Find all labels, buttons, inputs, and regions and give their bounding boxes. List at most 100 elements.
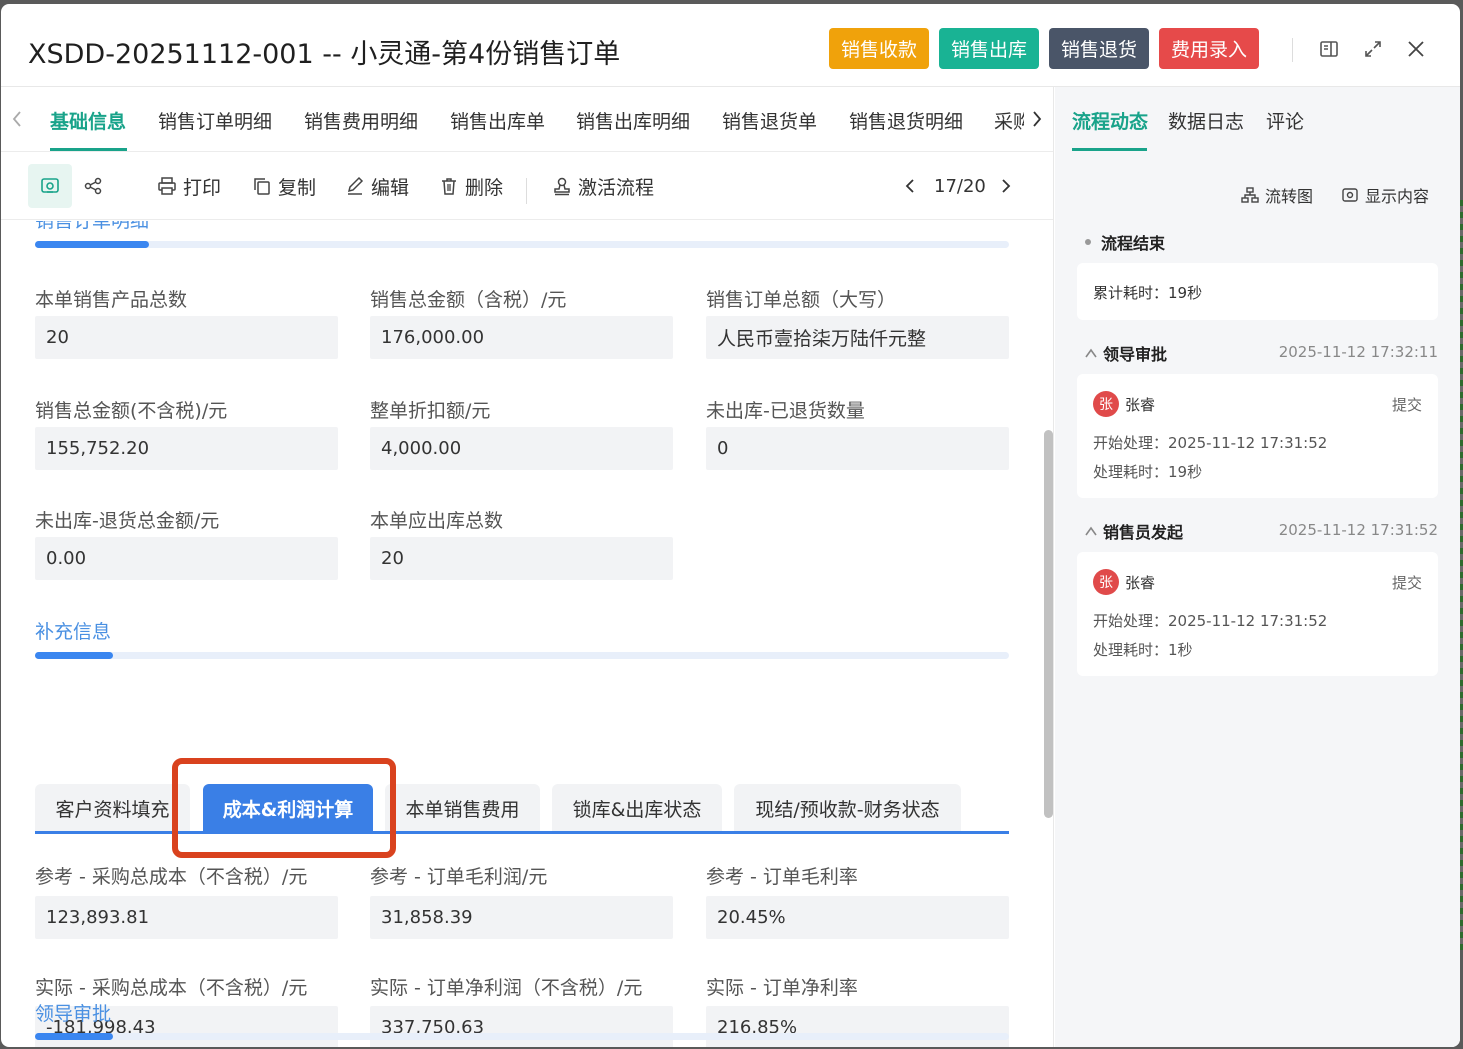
sales-return-button[interactable]: 销售退货 <box>1049 28 1149 69</box>
field-label: 实际 - 订单净利润（不含税）/元 <box>370 977 643 999</box>
print-icon <box>158 177 176 195</box>
sales-receipt-button[interactable]: 销售收款 <box>829 28 929 69</box>
caret-up-icon <box>1085 348 1097 358</box>
field-value: 4,000.00 <box>370 427 673 470</box>
field-label: 本单应出库总数 <box>370 510 504 532</box>
tab-basic-info[interactable]: 基础信息 <box>50 107 126 134</box>
copy-label: 复制 <box>278 176 317 199</box>
subtab-finance-status[interactable]: 现结/预收款-财务状态 <box>734 784 961 832</box>
expense-entry-button[interactable]: 费用录入 <box>1159 28 1259 69</box>
avatar: 张 <box>1093 391 1119 417</box>
delete-button[interactable]: 删除 <box>439 168 503 204</box>
show-content-label: 显示内容 <box>1365 187 1430 206</box>
duration: 处理耗时：19秒 <box>1093 463 1203 481</box>
node-title: 领导审批 <box>1085 341 1167 365</box>
tab-sales-return-detail[interactable]: 销售退货明细 <box>849 107 963 134</box>
field-label: 销售总金额（含税）/元 <box>370 289 567 311</box>
section-title-leader: 领导审批 <box>35 1003 112 1025</box>
field-label: 实际 - 采购总成本（不含税）/元 <box>35 977 308 999</box>
copy-button[interactable]: 复制 <box>252 168 316 204</box>
field-label: 参考 - 订单毛利率 <box>706 866 858 888</box>
subtab-customer-info[interactable]: 客户资料填充 <box>35 784 190 832</box>
tab-sales-order-detail[interactable]: 销售订单明细 <box>158 107 272 134</box>
next-record-icon[interactable] <box>1000 168 1018 204</box>
tab-sales-return[interactable]: 销售退货单 <box>722 107 817 134</box>
delete-label: 删除 <box>465 176 504 199</box>
flow-end-card: 累计耗时：19秒 <box>1077 263 1438 320</box>
field-label: 销售订单总额（大写） <box>706 289 897 311</box>
tab-purchase[interactable]: 采购 <box>994 107 1024 134</box>
activate-flow-button[interactable]: 激活流程 <box>552 168 654 204</box>
field-value: 20 <box>35 316 338 359</box>
edit-button[interactable]: 编辑 <box>345 168 409 204</box>
flow-chart-button[interactable]: 流转图 <box>1241 183 1313 207</box>
dot-icon <box>1085 239 1091 245</box>
tab-sales-outbound[interactable]: 销售出库单 <box>450 107 545 134</box>
field-value: 20.45% <box>706 896 1009 939</box>
field-value: 176,000.00 <box>370 316 673 359</box>
annotation-highlight-box <box>172 758 396 858</box>
caret-up-icon <box>1085 526 1097 536</box>
toolbar-divider <box>526 178 527 204</box>
avatar: 张 <box>1093 569 1119 595</box>
page-title: XSDD-20251112-001 -- 小灵通-第4份销售订单 <box>28 39 621 70</box>
subtab-sales-expense[interactable]: 本单销售费用 <box>385 784 540 832</box>
section-progress-bar <box>35 1033 1009 1040</box>
prev-record-icon[interactable] <box>904 168 922 204</box>
approval-card: 张 张睿 提交 开始处理：2025-11-12 17:31:52 处理耗时：1秒 <box>1077 552 1438 676</box>
sales-outbound-button[interactable]: 销售出库 <box>939 28 1039 69</box>
edit-label: 编辑 <box>371 176 410 199</box>
total-duration: 累计耗时：19秒 <box>1093 284 1203 302</box>
field-value: 31,858.39 <box>370 896 673 939</box>
field-label: 整单折扣额/元 <box>370 400 491 422</box>
show-content-button[interactable]: 显示内容 <box>1341 183 1429 207</box>
duration: 处理耗时：1秒 <box>1093 641 1193 659</box>
vertical-scrollbar[interactable] <box>1044 430 1053 818</box>
action-label: 提交 <box>1391 396 1422 414</box>
node-time: 2025-11-12 17:31:52 <box>1278 521 1438 539</box>
field-value: 20 <box>370 537 673 580</box>
main-panel: 基础信息 销售订单明细 销售费用明细 销售出库单 销售出库明细 销售退货单 销售… <box>1 87 1054 1047</box>
flow-chart-label: 流转图 <box>1265 187 1314 206</box>
tabs-prev-icon[interactable] <box>11 109 23 134</box>
node-title: 流程结束 <box>1085 230 1165 254</box>
stamp-icon <box>554 177 570 196</box>
detail-tabs: 基础信息 销售订单明细 销售费用明细 销售出库单 销售出库明细 销售退货单 销售… <box>1 87 1053 152</box>
section-title-partial: 销售订单明细 <box>35 221 150 232</box>
field-label: 实际 - 订单净利率 <box>706 977 858 999</box>
field-value: 216.85% <box>706 1006 1009 1047</box>
dialog-header: XSDD-20251112-001 -- 小灵通-第4份销售订单 销售收款 销售… <box>1 4 1460 87</box>
tab-comments[interactable]: 评论 <box>1266 107 1304 134</box>
start-time: 开始处理：2025-11-12 17:31:52 <box>1093 434 1328 452</box>
expand-icon[interactable] <box>1358 34 1388 64</box>
side-panel-icon[interactable] <box>1314 34 1344 64</box>
trash-icon <box>442 178 456 195</box>
copy-icon <box>254 178 270 195</box>
action-label: 提交 <box>1391 574 1422 592</box>
print-button[interactable]: 打印 <box>157 168 221 204</box>
share-icon <box>84 177 102 195</box>
tabs-next-icon[interactable] <box>1031 109 1043 134</box>
edit-icon <box>347 176 364 195</box>
field-value: 123,893.81 <box>35 896 338 939</box>
view-mode-button[interactable] <box>28 164 72 208</box>
section-title-supplement: 补充信息 <box>35 621 112 643</box>
print-label: 打印 <box>183 176 222 199</box>
section-progress-bar <box>35 241 1009 248</box>
tab-data-log[interactable]: 数据日志 <box>1168 107 1244 134</box>
node-title-text: 销售员发起 <box>1103 523 1184 542</box>
subtab-lock-outbound[interactable]: 锁库&出库状态 <box>552 784 722 832</box>
tab-sales-expense-detail[interactable]: 销售费用明细 <box>304 107 418 134</box>
field-label: 销售总金额(不含税)/元 <box>35 400 228 422</box>
section-progress-bar <box>35 652 1009 659</box>
field-label: 本单销售产品总数 <box>35 289 188 311</box>
share-button[interactable] <box>83 168 109 204</box>
toolbar: 打印 复制 编辑 删除 激活流程 17/20 <box>1 152 1053 220</box>
tab-sales-outbound-detail[interactable]: 销售出库明细 <box>576 107 690 134</box>
record-pager: 17/20 <box>934 175 986 197</box>
sales-order-dialog: XSDD-20251112-001 -- 小灵通-第4份销售订单 销售收款 销售… <box>1 4 1460 1047</box>
header-divider <box>1292 38 1293 62</box>
tab-process-flow[interactable]: 流程动态 <box>1072 107 1148 134</box>
start-time: 开始处理：2025-11-12 17:31:52 <box>1093 612 1328 630</box>
close-icon[interactable] <box>1401 34 1431 64</box>
